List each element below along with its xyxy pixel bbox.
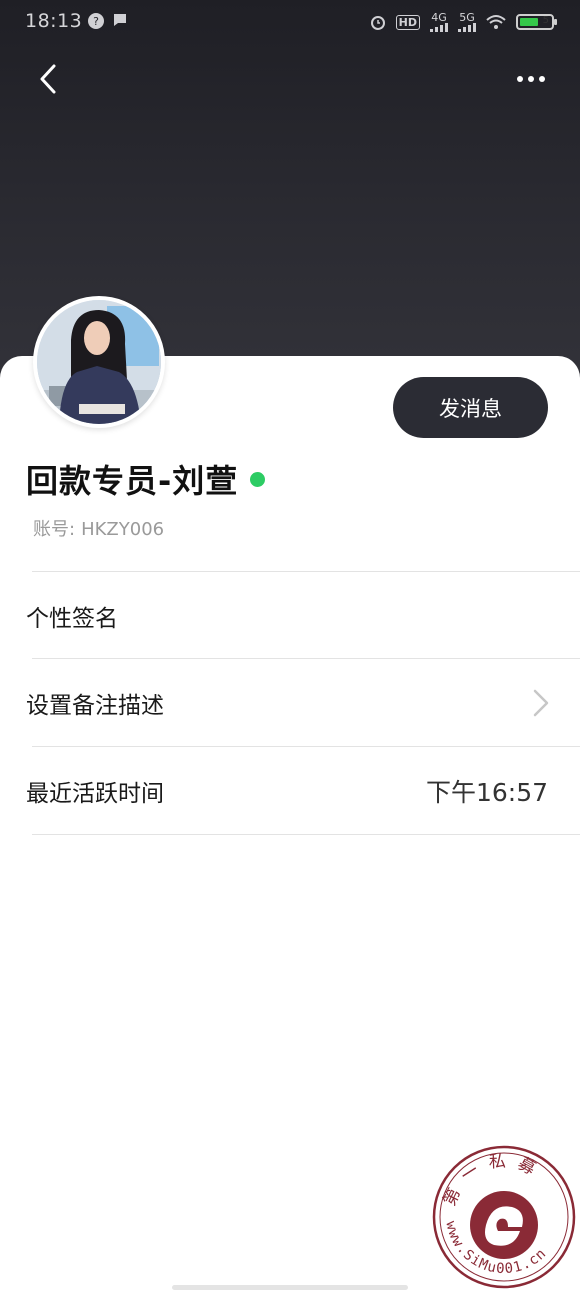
status-time: 18:13 — [25, 10, 83, 32]
alarm-icon — [370, 16, 385, 30]
back-button[interactable] — [32, 58, 68, 102]
watermark-seal-logo: 第一私募 www.SiMu001.cn — [432, 1145, 576, 1289]
online-status-dot — [250, 471, 266, 487]
send-message-button[interactable]: 发消息 — [393, 377, 548, 438]
status-bar: 18:13 ? HD 4G 5G 5 — [0, 0, 580, 44]
avatar-image — [37, 300, 161, 424]
profile-name-row: 回款专员-刘萱 — [26, 456, 266, 502]
app-notification-icon: ? — [88, 13, 104, 29]
row-set-remark[interactable]: 设置备注描述 — [0, 658, 580, 745]
row-signature[interactable]: 个性签名 — [0, 571, 580, 658]
divider — [32, 746, 580, 747]
signal-5g: 5G — [458, 12, 476, 32]
row-last-active: 最近活跃时间 下午16:57 — [0, 746, 580, 833]
chevron-left-icon — [40, 64, 56, 94]
signal-bars-icon — [458, 22, 476, 32]
signal-bars-icon — [430, 22, 448, 32]
hd-badge: HD — [395, 14, 420, 30]
message-notification-icon — [114, 14, 126, 26]
account-id: HKZY006 — [81, 519, 165, 540]
battery-icon: 5 — [516, 14, 557, 30]
account-label: 账号: — [33, 519, 76, 540]
row-label: 最近活跃时间 — [26, 781, 164, 807]
chevron-right-icon — [533, 689, 549, 717]
avatar[interactable] — [33, 296, 165, 428]
profile-name: 回款专员-刘萱 — [26, 462, 239, 500]
person-photo-icon — [37, 300, 161, 424]
more-options-button[interactable] — [508, 62, 554, 96]
home-indicator[interactable] — [172, 1285, 408, 1290]
wifi-icon — [486, 15, 506, 29]
svg-text:?: ? — [93, 15, 99, 28]
more-dots-icon — [517, 76, 545, 82]
account-info: 账号: HKZY006 — [33, 515, 164, 541]
row-label: 个性签名 — [26, 606, 118, 632]
divider — [32, 834, 580, 835]
divider — [32, 658, 580, 659]
signal-4g: 4G — [430, 12, 448, 32]
divider — [32, 571, 580, 572]
row-label: 设置备注描述 — [26, 693, 164, 719]
last-active-time: 下午16:57 — [425, 778, 548, 807]
